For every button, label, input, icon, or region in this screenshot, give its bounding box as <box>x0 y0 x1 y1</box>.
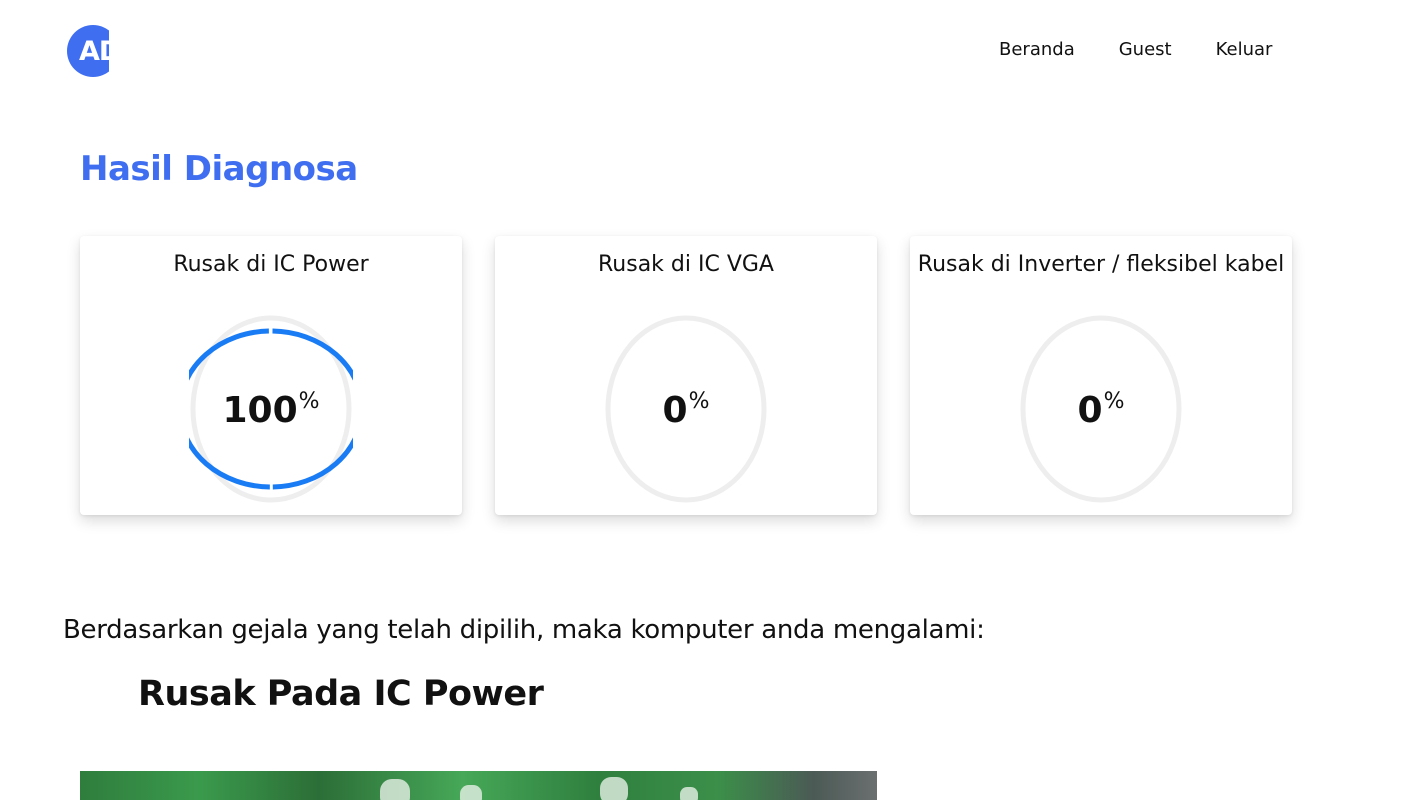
progress-gauge: 0% <box>1019 314 1183 504</box>
diagnosis-card-ic-vga: Rusak di IC VGA 0% <box>495 236 877 515</box>
gauge-value: 0% <box>1019 380 1183 433</box>
gauge-unit: % <box>688 389 710 414</box>
gauge-value: 100% <box>189 380 353 433</box>
diagnosis-description: Berdasarkan gejala yang telah dipilih, m… <box>63 615 985 645</box>
diagnosis-card-inverter: Rusak di Inverter / fleksibel kabel 0% <box>910 236 1292 515</box>
nav-link-guest[interactable]: Guest <box>1119 38 1172 62</box>
nav-link-beranda[interactable]: Beranda <box>999 38 1075 62</box>
gauge-number: 100 <box>222 390 298 431</box>
page-title: Hasil Diagnosa <box>80 149 358 189</box>
progress-gauge: 100% <box>177 314 365 504</box>
gauge-number: 0 <box>662 390 688 431</box>
card-title: Rusak di Inverter / fleksibel kabel <box>917 252 1285 277</box>
logo-text: AD <box>79 36 119 67</box>
diagnosis-card-ic-power: Rusak di IC Power 100% <box>80 236 462 515</box>
navbar: AD Beranda Guest Keluar <box>0 0 1422 100</box>
circuit-board-image <box>80 771 877 800</box>
nav-links: Beranda Guest Keluar <box>999 38 1272 62</box>
card-title: Rusak di IC Power <box>173 252 369 277</box>
card-title: Rusak di IC VGA <box>598 252 774 277</box>
progress-gauge: 0% <box>604 314 768 504</box>
gauge-number: 0 <box>1077 390 1103 431</box>
logo[interactable]: AD <box>67 25 119 77</box>
nav-link-keluar[interactable]: Keluar <box>1216 38 1273 62</box>
gauge-value: 0% <box>604 380 768 433</box>
gauge-unit: % <box>1103 389 1125 414</box>
diagnosis-result: Rusak Pada IC Power <box>138 674 544 714</box>
gauge-unit: % <box>298 389 320 414</box>
